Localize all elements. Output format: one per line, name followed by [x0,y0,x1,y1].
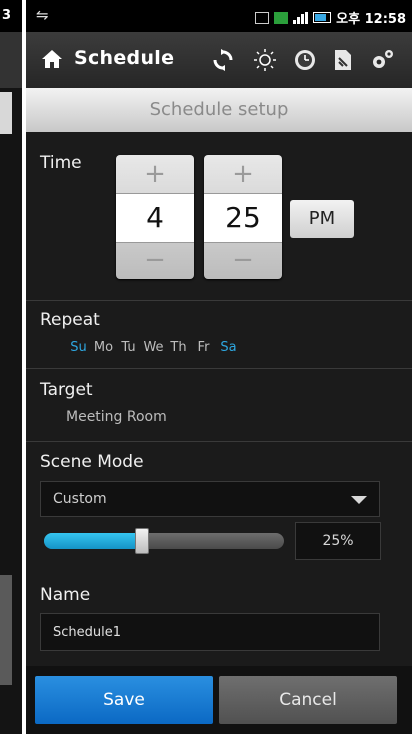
name-input[interactable] [41,614,379,650]
vibrate-icon [255,11,270,24]
name-label: Name [40,585,91,605]
divider [26,300,412,301]
divider [26,441,412,442]
previous-subheader [0,92,12,134]
target-value[interactable]: Meeting Room [66,409,167,425]
minute-decrement-button[interactable]: − [204,241,282,279]
scene-level-slider[interactable] [44,533,284,549]
target-label: Target [40,380,93,400]
status-icons: 오후 12:58 [255,8,406,27]
settings-icon[interactable] [368,45,398,75]
day-toggle-mo[interactable]: Mo [91,340,116,355]
action-bar: Schedule [26,32,412,89]
hour-picker: + 4 − [116,155,194,279]
name-field[interactable] [40,613,380,651]
status-bar: ⇋ 오후 12:58 [26,0,412,32]
phone-screen: ⇋ 오후 12:58 Schedule Schedule setup Time … [26,0,412,734]
day-toggle-we[interactable]: We [141,340,166,355]
day-toggle-fr[interactable]: Fr [191,340,216,355]
previous-button-edge [0,575,12,685]
chevron-down-icon [351,496,367,504]
brightness-icon[interactable] [250,45,280,75]
time-label: Time [40,153,82,173]
level-percent-field[interactable]: 25% [295,522,381,560]
day-toggle-th[interactable]: Th [166,340,191,355]
day-toggle-su[interactable]: Su [66,340,91,355]
status-time: 오후 12:58 [336,12,406,27]
minute-increment-button[interactable]: + [204,155,282,193]
previous-screen-edge: 3 [0,0,22,734]
repeat-label: Repeat [40,310,100,330]
slider-thumb[interactable] [135,528,149,554]
usb-icon: ⇋ [36,6,49,24]
hour-decrement-button[interactable]: − [116,241,194,279]
scene-mode-selected: Custom [53,491,107,507]
minute-value[interactable]: 25 [204,193,282,243]
repeat-days: Su Mo Tu We Th Fr Sa [66,340,241,355]
day-toggle-tu[interactable]: Tu [116,340,141,355]
hour-increment-button[interactable]: + [116,155,194,193]
document-icon[interactable] [328,45,358,75]
divider [26,368,412,369]
previous-action-bar [0,32,22,88]
cancel-button[interactable]: Cancel [219,676,397,724]
previous-status-bar: 3 [0,0,22,32]
section-header: Schedule setup [26,88,412,132]
minute-picker: + 25 − [204,155,282,279]
battery-icon [313,12,332,23]
app-title: Schedule [74,47,175,69]
hour-value[interactable]: 4 [116,193,194,243]
am-pm-toggle[interactable]: PM [290,200,354,238]
scene-mode-dropdown[interactable]: Custom [40,481,380,517]
signal-icon [293,11,309,24]
notification-icon [274,11,289,24]
previous-clock-fragment: 3 [2,8,12,23]
scene-mode-label: Scene Mode [40,452,144,472]
day-toggle-sa[interactable]: Sa [216,340,241,355]
save-button[interactable]: Save [35,676,213,724]
sync-icon[interactable] [208,45,238,75]
clock-icon[interactable] [290,45,320,75]
home-icon[interactable] [40,47,64,71]
slider-fill [44,533,142,549]
